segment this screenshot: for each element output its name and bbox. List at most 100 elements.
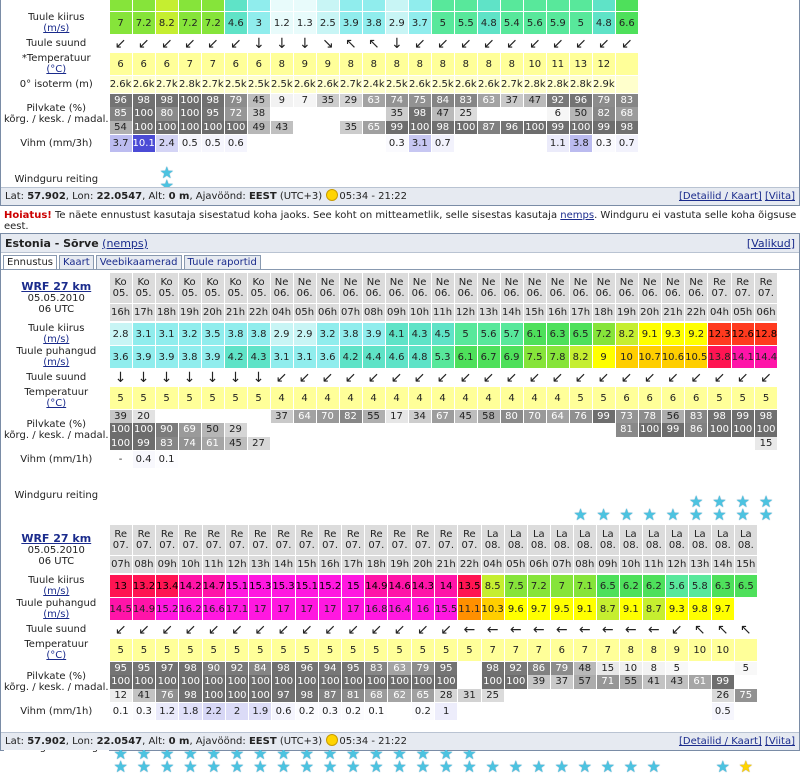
wind-arrow-icon: ↙ [138, 621, 150, 638]
hour-cell: 17h [132, 304, 155, 321]
help-link[interactable]: [Viita] [765, 191, 795, 202]
gust-cell: 4.2 [224, 346, 247, 368]
spot-user-link[interactable]: (nemps) [102, 237, 148, 250]
hour-cell: 19h [388, 556, 411, 573]
label-gust-unit-link[interactable]: (m/s) [43, 357, 69, 368]
rating-cell [156, 469, 178, 521]
cloud-cell: 84 100 100 [249, 662, 272, 702]
forecast-row: Pilvkate (%) kõrg. / kesk. / madal. 96 85 54… [4, 94, 638, 134]
wind-arrow-icon: ← [463, 621, 476, 638]
wind-cell: 14.3 [411, 575, 434, 597]
rain-cell [546, 451, 569, 468]
rain-cell: 0.7 [615, 135, 638, 152]
rain-cell [754, 451, 778, 468]
forecast-tabs: Ennustus Kaart Veebikaamerad Tuule rapor… [1, 253, 799, 270]
label-gust-unit-link[interactable]: (m/s) [43, 609, 69, 620]
cloud-cell: 83 86 [685, 410, 708, 450]
day-cell: Re 07. [295, 525, 318, 555]
day-cell: Re 07. [132, 525, 156, 555]
wind-cell: 8.5 [481, 575, 504, 597]
gust-cell: 14.4 [754, 346, 778, 368]
details-map-link[interactable]: [Detailid / Kaart] [679, 191, 762, 202]
temp-cell: 5 [731, 387, 754, 409]
wind-arrow-icon: ↙ [206, 35, 219, 52]
wind-arrow-icon: ↙ [160, 35, 173, 52]
label-rain: Vihm (mm/3h) [4, 135, 109, 152]
rain-cell [661, 451, 685, 468]
wind-arrow-icon: ↙ [528, 35, 541, 52]
gust-cell: 17 [318, 598, 342, 620]
rating-cell: ★ [662, 469, 684, 522]
time-cell [201, 0, 224, 11]
wind-arrow-icon: ← [624, 621, 637, 638]
rating-cell: ★ [639, 469, 661, 522]
cloud-cell: 100 100 100 [178, 94, 201, 134]
cloud-cell: 29 45 [224, 410, 247, 450]
wind-cell: 9.1 [638, 323, 661, 345]
tab-wind-reports[interactable]: Tuule raportid [183, 255, 261, 269]
rain-cell [454, 135, 477, 152]
wind-cell: 6.5 [569, 323, 592, 345]
label-wind-unit-link[interactable]: (m/s) [43, 23, 69, 34]
wind-cell: 13 [109, 575, 132, 597]
gust-cell: 9.7 [711, 598, 734, 620]
rating-cell: ★ [593, 469, 615, 522]
day-cell: Re 07. [225, 525, 249, 555]
rain-cell [408, 451, 431, 468]
cloud-cell: 83 68 98 [615, 94, 638, 134]
time-cell [500, 0, 523, 11]
label-gust: Tuule puhangud (m/s) [4, 346, 109, 368]
tab-webcams[interactable]: Veebikaamerad [95, 255, 182, 269]
wind-arrow-icon: ↙ [231, 621, 243, 638]
temp-cell: 4 [408, 387, 431, 409]
rating-cell [133, 469, 155, 521]
cloud-cell: 63 87 [477, 94, 500, 134]
cloud-cell: 90 100 100 [202, 662, 225, 702]
rain-cell [527, 703, 550, 720]
options-link[interactable]: [Valikud] [747, 237, 795, 250]
user-link[interactable]: nemps [560, 210, 594, 221]
gust-cell: 14.9 [132, 598, 156, 620]
header-stub-row [4, 0, 638, 11]
tab-forecast[interactable]: Ennustus [3, 255, 58, 269]
day-cell: La 08. [642, 525, 665, 555]
wind-cell: 4.6 [224, 12, 247, 34]
wind-cell: 6.2 [642, 575, 665, 597]
cloud-cell: 34 [408, 410, 431, 450]
cloud-cell: 79 72 100 [224, 94, 247, 134]
wind-cell: 1.3 [293, 12, 316, 34]
hour-cell: 04h [270, 304, 293, 321]
rating-cell: ★ ★ [708, 469, 730, 522]
help-link[interactable]: [Viita] [765, 736, 795, 747]
day-cell: Ne 06. [569, 273, 592, 303]
day-cell: Ne 06. [661, 273, 685, 303]
hour-cell: 09h [156, 556, 179, 573]
model-link[interactable]: WRF 27 km [21, 532, 91, 545]
wind-arrow-icon: ↖ [344, 35, 357, 52]
model-link[interactable]: WRF 27 km [21, 280, 91, 293]
rain-cell [247, 451, 270, 468]
temp-cell: 6 [685, 387, 708, 409]
wind-cell: 9.3 [661, 323, 685, 345]
wind-cell: 5.4 [500, 12, 523, 34]
tab-map[interactable]: Kaart [59, 255, 94, 269]
forecast-row: Vihm (mm/1h) -0.4 0.1 [4, 451, 778, 468]
wind-arrow-icon: ← [509, 621, 522, 638]
label-temperature: Temperatuur (°C) [4, 387, 109, 409]
rain-cell [504, 703, 527, 720]
wind-cell: 7.5 [504, 575, 527, 597]
rating-cell [248, 469, 270, 521]
blue-star-icon: ★ [253, 757, 268, 774]
details-map-link[interactable]: [Detailid / Kaart] [679, 736, 762, 747]
rain-cell [642, 703, 665, 720]
label-temperature-unit-link[interactable]: (°C) [46, 650, 66, 661]
label-wind-unit-link[interactable]: (m/s) [43, 334, 69, 345]
temp-cell: 5 [247, 387, 270, 409]
label-temperature-unit-link[interactable]: (°C) [46, 398, 66, 409]
label-temperature-unit-link[interactable]: (°C) [46, 64, 66, 75]
wind-arrow-icon: ↙ [505, 369, 518, 386]
time-cell [454, 0, 477, 11]
label-wind-unit-link[interactable]: (m/s) [43, 586, 69, 597]
gust-cell: 17 [342, 598, 365, 620]
wind-cell: 15.3 [249, 575, 272, 597]
